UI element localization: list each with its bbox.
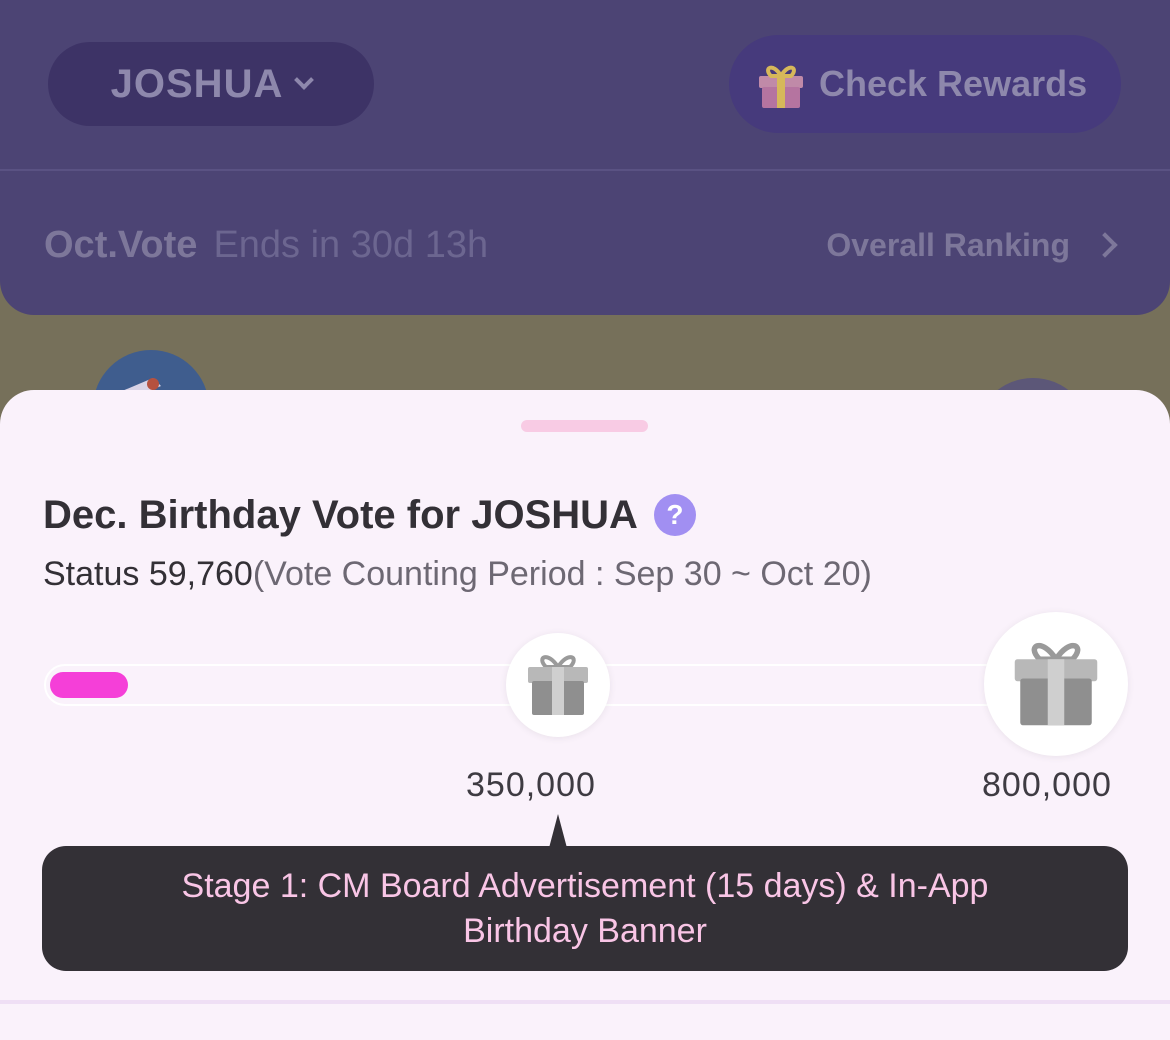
sheet-title: Dec. Birthday Vote for JOSHUA ? — [43, 490, 696, 540]
drag-handle[interactable] — [521, 420, 648, 432]
header-divider — [0, 169, 1170, 171]
status-label: Status — [43, 555, 140, 593]
overall-ranking-link[interactable]: Overall Ranking — [826, 227, 1124, 264]
overall-ranking-label: Overall Ranking — [826, 226, 1070, 263]
chevron-right-icon — [1092, 232, 1118, 258]
milestone-2-label: 800,000 — [982, 766, 1112, 804]
progress-fill — [50, 672, 128, 698]
milestone-2-gift[interactable] — [984, 612, 1128, 756]
gift-icon — [759, 65, 803, 108]
sheet-divider — [0, 1000, 1170, 1004]
milestone-1-label: 350,000 — [466, 766, 596, 804]
milestone-1-gift[interactable] — [506, 633, 610, 737]
vote-status-row: Oct.Vote Ends in 30d 13h Overall Ranking — [44, 222, 1124, 268]
stage-tooltip: Stage 1: CM Board Advertisement (15 days… — [42, 846, 1128, 971]
vote-counting-period: (Vote Counting Period : Sep 30 ~ Oct 20) — [252, 555, 872, 593]
chevron-down-icon — [294, 70, 315, 90]
status-value: 59,760 — [148, 555, 253, 593]
sheet-title-text: Dec. Birthday Vote for JOSHUA — [43, 492, 638, 537]
stage-tooltip-text: Stage 1: CM Board Advertisement (15 days… — [181, 866, 989, 950]
tooltip-arrow — [549, 814, 567, 848]
background-header: JOSHUA Check Rewards Oct.Vote Ends in 30… — [0, 0, 1170, 315]
gift-milestone-icon — [528, 655, 588, 715]
check-rewards-label: Check Rewards — [819, 63, 1088, 104]
status-line: Status 59,760(Vote Counting Period : Sep… — [43, 555, 872, 594]
help-icon[interactable]: ? — [653, 494, 696, 536]
gift-milestone-icon — [1014, 643, 1098, 726]
artist-name: JOSHUA — [110, 61, 284, 106]
birthday-vote-sheet: Dec. Birthday Vote for JOSHUA ? Status 5… — [0, 390, 1170, 1040]
vote-month: Oct.Vote — [44, 223, 198, 266]
artist-selector[interactable]: JOSHUA — [48, 42, 374, 126]
check-rewards-button[interactable]: Check Rewards — [729, 35, 1121, 133]
vote-countdown: Ends in 30d 13h — [213, 223, 489, 266]
